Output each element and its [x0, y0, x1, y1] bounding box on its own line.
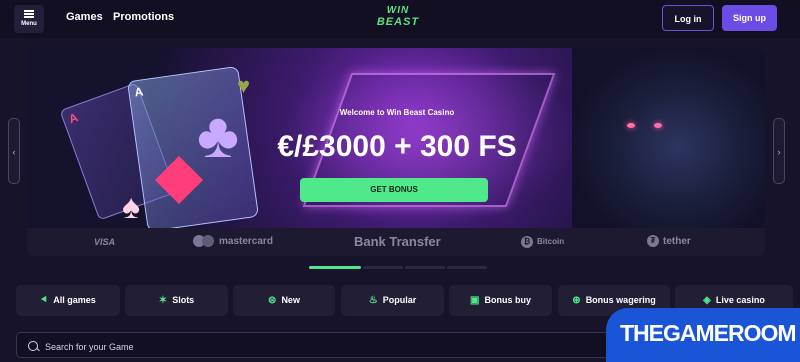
category-label: Slots	[172, 295, 195, 305]
card-rank: A	[133, 84, 145, 100]
banner-headline: €/£3000 + 300 FS	[277, 130, 517, 163]
category-popular[interactable]: ♨ Popular	[341, 285, 444, 316]
flame-icon: ♨	[368, 295, 378, 306]
club-icon: ♣	[197, 99, 239, 171]
logo-line2: BEAST	[376, 16, 420, 28]
mastercard-label: mastercard	[219, 236, 273, 247]
carousel-dot[interactable]	[447, 266, 487, 269]
tether-label: tether	[663, 236, 691, 247]
category-label: Bonus buy	[484, 295, 531, 305]
banner-welcome-text: Welcome to Win Beast Casino	[339, 108, 455, 117]
new-icon: ⊜	[268, 295, 277, 306]
watermark-badge: THEGAMEROOM	[606, 308, 800, 362]
category-bonus-buy[interactable]: ▣ Bonus buy	[449, 285, 552, 316]
login-button[interactable]: Log in	[662, 5, 714, 31]
mastercard-icon	[193, 235, 215, 248]
mastercard-logo: mastercard	[193, 228, 273, 256]
bitcoin-logo: ₿ Bitcoin	[521, 228, 564, 256]
payment-methods-strip: VISA mastercard Bank Transfer ₿ Bitcoin ₮…	[27, 228, 765, 256]
live-casino-icon: ◈	[703, 295, 711, 306]
search-input[interactable]	[43, 338, 547, 355]
panther-eye	[627, 123, 635, 128]
menu-button[interactable]: Menu	[14, 5, 44, 33]
gift-icon: ▣	[470, 295, 480, 306]
carousel-dot[interactable]	[309, 266, 361, 269]
bitcoin-label: Bitcoin	[537, 237, 565, 246]
logo-line1: WIN	[386, 5, 410, 16]
panther-eye	[654, 123, 662, 128]
tether-logo: ₮ tether	[647, 228, 691, 256]
promo-banner[interactable]: A A ♣ ♠ ♥ Welcome to Win Beast Casino €/…	[27, 48, 765, 228]
carousel-prev-button[interactable]: ‹	[8, 118, 20, 184]
bank-transfer-logo: Bank Transfer	[354, 234, 441, 249]
category-label: Bonus wagering	[585, 295, 656, 305]
nav-games-link[interactable]: Games	[66, 11, 103, 23]
top-header: Menu Games Promotions WIN BEAST Log in S…	[0, 0, 800, 38]
search-icon	[28, 341, 38, 351]
tether-icon: ₮	[647, 235, 659, 248]
hamburger-icon	[24, 10, 34, 18]
bitcoin-icon: ₿	[521, 235, 533, 248]
signup-button[interactable]: Sign up	[722, 5, 777, 31]
category-label: Popular	[382, 295, 417, 305]
heart-icon: ♥	[237, 73, 251, 98]
wagering-icon: ⊛	[572, 295, 581, 306]
gamepad-icon: ⯇	[40, 295, 49, 306]
watermark-text: THEGAMEROOM	[620, 320, 797, 346]
panther-illustration	[572, 48, 765, 228]
spade-icon: ♠	[122, 188, 141, 226]
category-label: New	[281, 295, 300, 305]
carousel-next-button[interactable]: ›	[773, 118, 785, 184]
visa-logo: VISA	[94, 237, 116, 247]
category-new[interactable]: ⊜ New	[233, 285, 335, 316]
menu-label: Menu	[21, 21, 37, 27]
carousel-dot[interactable]	[405, 266, 445, 269]
category-all-games[interactable]: ⯇ All games	[16, 285, 120, 316]
carousel-dot[interactable]	[363, 266, 403, 269]
get-bonus-button[interactable]: GET BONUS	[300, 178, 488, 202]
category-label: Live casino	[715, 295, 765, 305]
category-slots[interactable]: ✶ Slots	[125, 285, 228, 316]
nav-promotions-link[interactable]: Promotions	[113, 11, 174, 23]
brand-logo[interactable]: WIN BEAST	[370, 5, 426, 35]
category-label: All games	[53, 295, 96, 305]
slots-icon: ✶	[158, 295, 168, 306]
card-rank: A	[66, 110, 80, 127]
